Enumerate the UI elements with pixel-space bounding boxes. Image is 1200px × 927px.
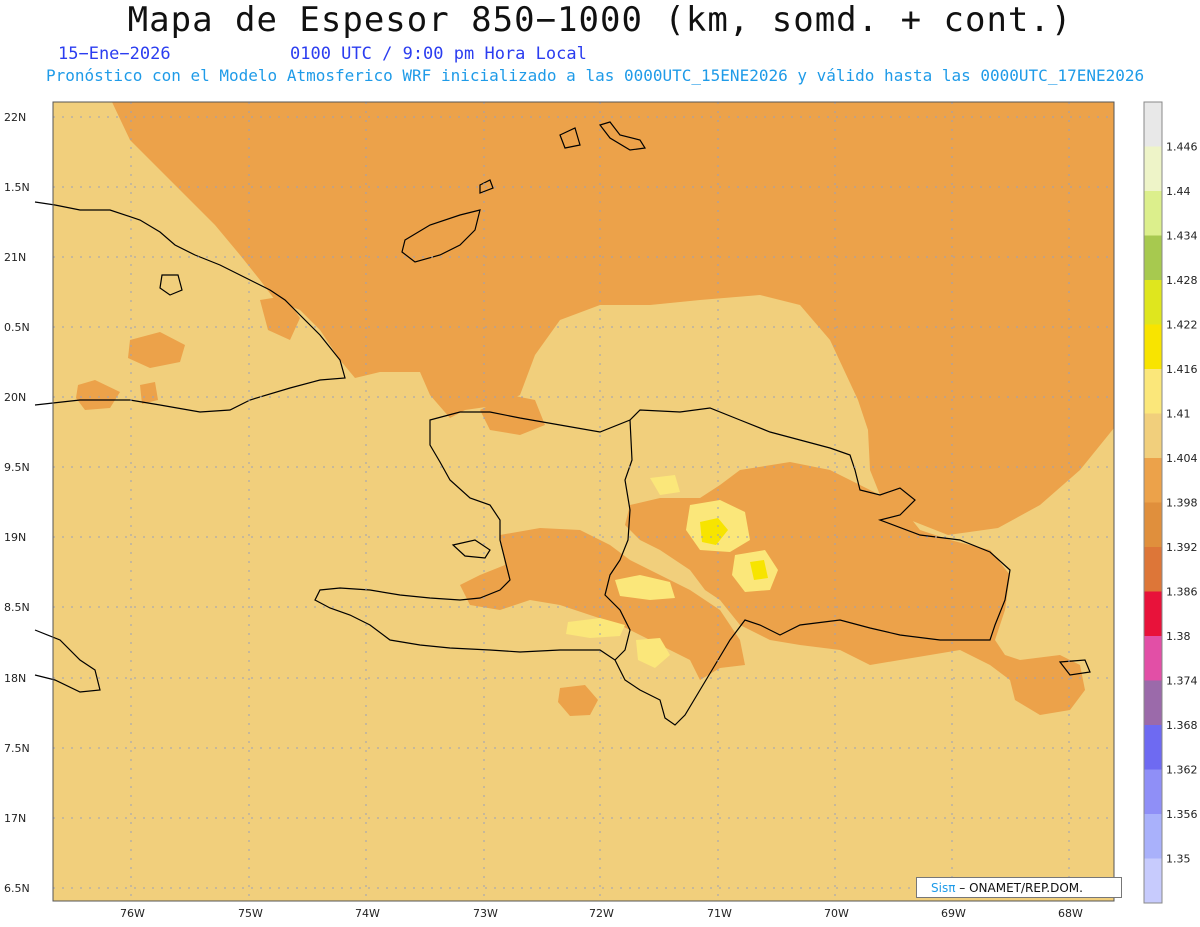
colorbar-label: 1.404	[1166, 452, 1198, 465]
colorbar-swatch	[1144, 814, 1162, 859]
lat-label: 9.5N	[4, 461, 30, 474]
lat-label: 0.5N	[4, 321, 30, 334]
lon-label: 74W	[355, 907, 380, 920]
lon-label: 75W	[238, 907, 263, 920]
lon-label: 73W	[473, 907, 498, 920]
lon-axis: 76W 75W 74W 73W 72W 71W 70W 69W 68W	[120, 907, 1083, 920]
colorbar-label: 1.35	[1166, 853, 1191, 866]
colorbar-swatch	[1144, 502, 1162, 547]
thickness-map: 22N 1.5N 21N 0.5N 20N 9.5N 19N 8.5N 18N …	[4, 101, 1198, 920]
sis-logo-text: Sisπ	[931, 881, 956, 895]
colorbar-swatch	[1144, 280, 1162, 325]
colorbar-label: 1.428	[1166, 274, 1198, 287]
colorbar-swatch	[1144, 458, 1162, 503]
colorbar-swatch	[1144, 235, 1162, 280]
colorbar-swatch	[1144, 324, 1162, 369]
lat-label: 7.5N	[4, 742, 30, 755]
colorbar-swatch	[1144, 102, 1162, 147]
colorbar-label: 1.392	[1166, 541, 1198, 554]
lon-label: 69W	[941, 907, 966, 920]
colorbar-label: 1.362	[1166, 764, 1198, 777]
lat-label: 6.5N	[4, 882, 30, 895]
colorbar-label: 1.386	[1166, 586, 1198, 599]
colorbar-label: 1.368	[1166, 719, 1198, 732]
colorbar-swatch	[1144, 191, 1162, 236]
colorbar-label: 1.434	[1166, 230, 1198, 243]
colorbar-label: 1.38	[1166, 630, 1191, 643]
colorbar-label: 1.398	[1166, 497, 1198, 510]
credit-box: Sisπ – ONAMET/REP.DOM.	[916, 877, 1122, 898]
lon-label: 70W	[824, 907, 849, 920]
colorbar-swatch	[1144, 146, 1162, 191]
credit-text: – ONAMET/REP.DOM.	[959, 881, 1083, 895]
colorbar-label: 1.41	[1166, 408, 1191, 421]
colorbar-swatch	[1144, 858, 1162, 903]
lat-label: 22N	[4, 111, 26, 124]
colorbar-swatch	[1144, 725, 1162, 770]
colorbar: 1.446 1.44 1.434 1.428 1.422 1.416 1.41 1.404 1.…	[1143, 101, 1198, 904]
lat-label: 20N	[4, 391, 26, 404]
lat-label: 8.5N	[4, 601, 30, 614]
lon-label: 68W	[1058, 907, 1083, 920]
lat-axis: 22N 1.5N 21N 0.5N 20N 9.5N 19N 8.5N 18N …	[4, 111, 30, 895]
colorbar-label: 1.422	[1166, 319, 1198, 332]
lat-label: 18N	[4, 672, 26, 685]
colorbar-swatch	[1144, 413, 1162, 458]
colorbar-label: 1.44	[1166, 185, 1191, 198]
lat-label: 1.5N	[4, 181, 30, 194]
colorbar-swatch	[1144, 769, 1162, 814]
lat-label: 19N	[4, 531, 26, 544]
colorbar-label: 1.374	[1166, 675, 1198, 688]
lon-label: 71W	[707, 907, 732, 920]
colorbar-label: 1.356	[1166, 808, 1198, 821]
colorbar-label: 1.446	[1166, 141, 1198, 154]
lat-label: 17N	[4, 812, 26, 825]
colorbar-swatch	[1144, 591, 1162, 636]
colorbar-swatch	[1144, 369, 1162, 414]
colorbar-label: 1.416	[1166, 363, 1198, 376]
lat-label: 21N	[4, 251, 26, 264]
colorbar-swatch	[1144, 547, 1162, 592]
lon-label: 72W	[589, 907, 614, 920]
colorbar-swatch	[1144, 680, 1162, 725]
colorbar-swatch	[1144, 636, 1162, 681]
lon-label: 76W	[120, 907, 145, 920]
